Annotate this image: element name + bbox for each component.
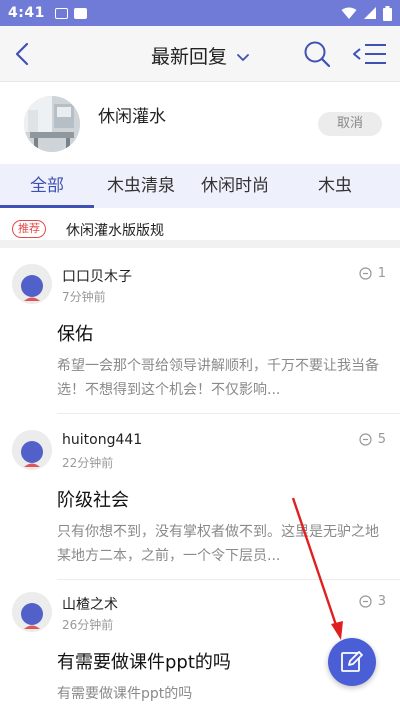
post-time: 26分钟前	[62, 618, 114, 632]
forum-avatar	[24, 96, 80, 152]
divider	[57, 413, 400, 414]
comment-icon	[359, 595, 372, 608]
post-excerpt: 有需要做课件ppt的吗	[57, 686, 193, 702]
avatar[interactable]	[12, 430, 52, 470]
post-author[interactable]: 山楂之术	[62, 594, 118, 614]
tab-all[interactable]: 全部	[0, 164, 94, 208]
comment-icon	[359, 267, 372, 280]
signal-icon	[364, 7, 376, 19]
post-time: 22分钟前	[62, 456, 114, 470]
category-tabs: 全部 木虫清泉 休闲时尚 木虫	[0, 164, 400, 208]
default-avatar-icon	[12, 430, 52, 470]
avatar[interactable]	[12, 264, 52, 304]
forum-header: 休闲灌水 取消	[0, 82, 400, 164]
status-bar: 4:41	[0, 0, 400, 26]
title-dropdown[interactable]: 最新回复	[0, 42, 400, 69]
reply-count-value: 1	[377, 266, 386, 281]
reply-count: 1	[359, 266, 386, 281]
avatar[interactable]	[12, 592, 52, 632]
reply-count-value: 5	[377, 432, 386, 447]
cancel-button[interactable]: 取消	[318, 112, 382, 136]
post-excerpt: 希望一会那个哥给领导讲解顺利，千万不要让我当备选！不想得到这个机会！不仅影响..…	[57, 358, 379, 398]
divider	[57, 579, 400, 580]
post-item[interactable]: 口口贝木子 7分钟前 1 保佑 希望一会那个哥给领导讲解顺利，千万不要让我当备选…	[0, 256, 400, 414]
post-excerpt: 只有你想不到，没有掌权者做不到。这里是无驴之地某地方二本，之前，一个令下层员..…	[57, 524, 379, 564]
notification-icons	[54, 7, 87, 19]
post-time: 7分钟前	[62, 290, 106, 304]
status-time: 4:41	[8, 5, 45, 21]
wifi-icon	[341, 7, 357, 19]
post-title[interactable]: 保佑	[57, 320, 93, 346]
battery-icon	[383, 5, 392, 21]
tab-xiuxian-shishang[interactable]: 休闲时尚	[188, 164, 282, 208]
search-button[interactable]	[302, 39, 332, 69]
reply-count: 5	[359, 432, 386, 447]
tab-muchong-qingquan[interactable]: 木虫清泉	[94, 164, 188, 208]
post-author[interactable]: 口口贝木子	[62, 266, 132, 286]
sidebar-menu-button[interactable]	[352, 41, 388, 67]
notice-text: 休闲灌水版版规	[66, 223, 164, 239]
new-post-button[interactable]	[328, 638, 376, 686]
search-icon	[304, 41, 331, 68]
tab-muchong[interactable]: 木虫	[282, 164, 352, 208]
comment-icon	[359, 433, 372, 446]
app-bar: 最新回复	[0, 26, 400, 82]
reply-count-value: 3	[377, 594, 386, 609]
post-author[interactable]: huitong441	[62, 432, 142, 448]
default-avatar-icon	[12, 264, 52, 304]
forum-name: 休闲灌水	[98, 107, 166, 127]
chevron-down-icon	[237, 53, 249, 61]
system-icons	[341, 5, 392, 21]
recommend-badge: 推荐	[12, 220, 46, 238]
default-avatar-icon	[12, 592, 52, 632]
room-photo-image	[24, 96, 80, 152]
post-title[interactable]: 有需要做课件ppt的吗	[57, 648, 231, 674]
post-item[interactable]: huitong441 22分钟前 5 阶级社会 只有你想不到，没有掌权者做不到。…	[0, 422, 400, 580]
page-title: 最新回复	[150, 46, 227, 68]
reply-count: 3	[359, 594, 386, 609]
image-notification-icon	[54, 7, 68, 19]
sidebar-menu-icon	[353, 44, 386, 64]
square-notification-icon	[73, 7, 87, 19]
edit-icon	[341, 651, 363, 672]
recommended-notice[interactable]: 推荐 休闲灌水版版规	[0, 208, 400, 248]
post-title[interactable]: 阶级社会	[57, 486, 129, 512]
